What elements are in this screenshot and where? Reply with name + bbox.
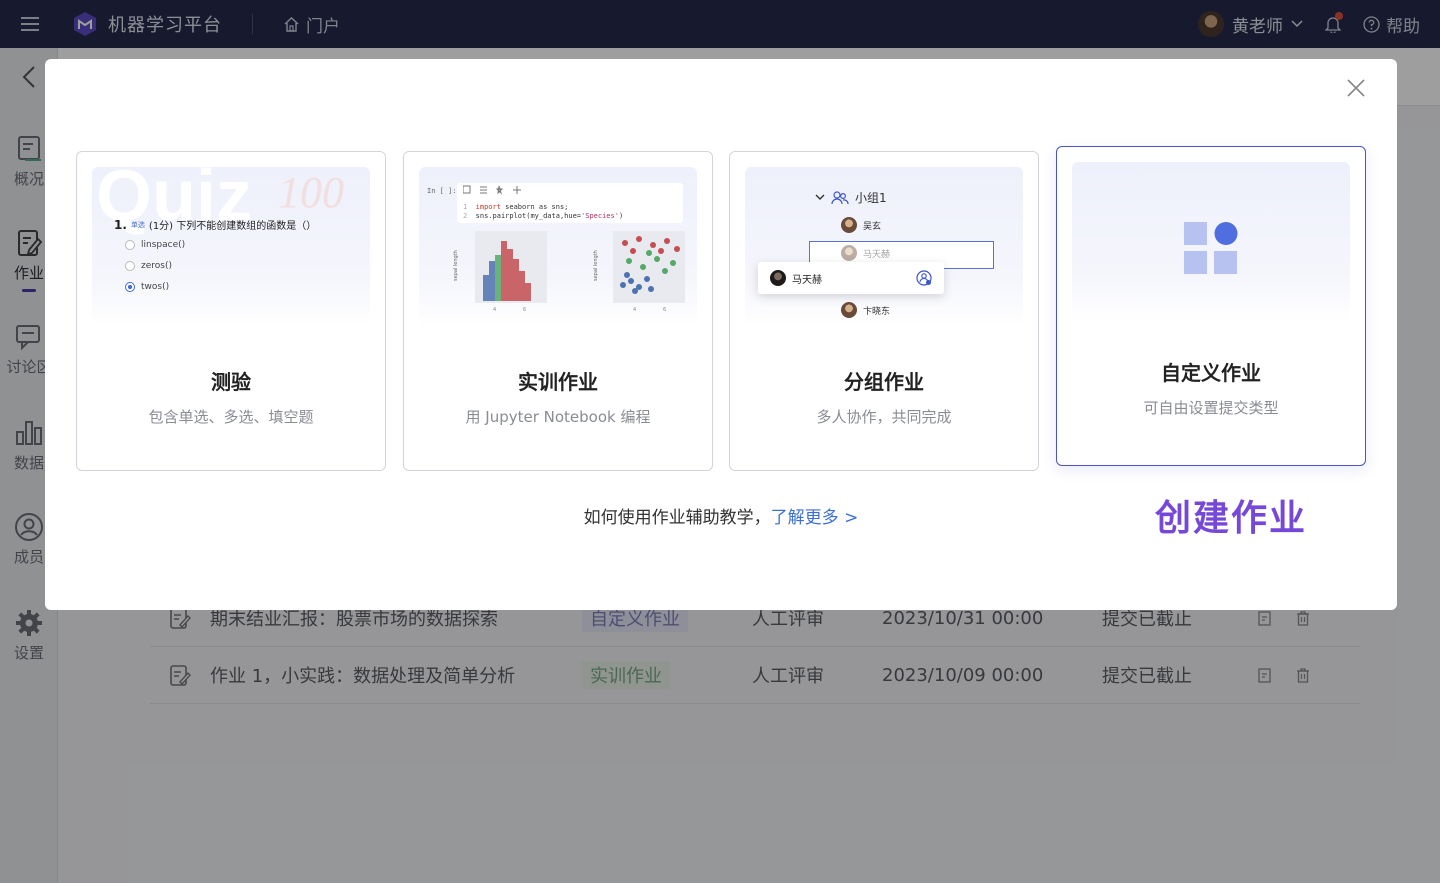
radio-icon	[125, 261, 135, 271]
avatar	[770, 270, 786, 286]
card-custom[interactable]: 自定义作业 可自由设置提交类型	[1056, 146, 1366, 466]
dragging-member-name: 马天赫	[792, 274, 822, 286]
create-assignment-modal: Quiz 100 1. 单选 (1分) 下列不能创建数组的函数是（） linsp…	[45, 59, 1397, 610]
group-member: 马天赫	[841, 245, 890, 261]
group-header: 小组1	[815, 189, 887, 206]
svg-text:6: 6	[523, 307, 526, 313]
blocks-icon	[1184, 222, 1238, 274]
add-user-icon	[916, 270, 932, 286]
group-member: 吴玄	[841, 217, 881, 233]
card-title: 测验	[211, 370, 251, 394]
card-subtitle: 多人协作，共同完成	[816, 408, 952, 426]
group-users-icon	[831, 190, 849, 204]
quiz-question: 1. 单选 (1分) 下列不能创建数组的函数是（）	[114, 217, 317, 233]
avatar	[841, 245, 857, 261]
quiz-option: linspace()	[125, 240, 185, 250]
avatar	[841, 217, 857, 233]
svg-text:4: 4	[633, 307, 636, 313]
close-icon[interactable]	[1345, 77, 1367, 99]
svg-text:6: 6	[663, 307, 666, 313]
card-title: 自定义作业	[1161, 361, 1261, 385]
toolbar-icons	[463, 185, 521, 195]
pairplot-chart: sepal length sepal length 4 6 4 6	[453, 231, 685, 313]
avatar	[841, 302, 857, 318]
card-title: 分组作业	[844, 370, 924, 394]
cell-in-label: In [ ]:	[427, 187, 457, 195]
code-line: 2 sns.pairplot(my_data,hue='Species')	[463, 212, 624, 220]
quiz-option: zeros()	[125, 261, 172, 271]
question-text: (1分) 下列不能创建数组的函数是（）	[148, 221, 317, 232]
card-quiz[interactable]: Quiz 100 1. 单选 (1分) 下列不能创建数组的函数是（） linsp…	[76, 151, 386, 471]
card-title: 实训作业	[518, 370, 598, 394]
custom-preview	[1072, 162, 1350, 322]
svg-text:sepal length: sepal length	[593, 250, 599, 281]
radio-icon	[125, 240, 135, 250]
quiz-score-watermark: 100	[278, 168, 344, 217]
card-subtitle: 可自由设置提交类型	[1143, 399, 1279, 417]
card-group[interactable]: 小组1 吴玄 马天赫 马天赫 卞晓东 分组作业 多人协作，共同完成	[729, 151, 1039, 471]
learn-more-link[interactable]: 了解更多 >	[771, 508, 859, 528]
dragging-member-card: 马天赫	[758, 262, 944, 294]
create-assignment-label: 创建作业	[1155, 498, 1308, 539]
card-subtitle: 包含单选、多选、填空题	[148, 408, 314, 426]
assignment-type-cards: Quiz 100 1. 单选 (1分) 下列不能创建数组的函数是（） linsp…	[76, 146, 1366, 471]
radio-checked-icon	[125, 282, 135, 292]
quiz-option: twos()	[125, 282, 169, 292]
hint-text: 如何使用作业辅助教学，	[583, 508, 771, 528]
card-subtitle: 用 Jupyter Notebook 编程	[465, 408, 651, 426]
group-preview: 小组1 吴玄 马天赫 马天赫 卞晓东	[745, 167, 1023, 327]
svg-text:4: 4	[493, 307, 496, 313]
chevron-down-icon	[815, 194, 825, 200]
group-member: 卞晓东	[841, 302, 890, 318]
code-line: 1 import seaborn as sns;	[463, 203, 569, 211]
card-jupyter[interactable]: In [ ]: 1 import seaborn as sns; 2 sns.p…	[403, 151, 713, 471]
question-number: 1.	[114, 217, 127, 232]
svg-text:sepal length: sepal length	[453, 250, 459, 281]
quiz-preview: Quiz 100 1. 单选 (1分) 下列不能创建数组的函数是（） linsp…	[92, 167, 370, 327]
question-tag: 单选	[130, 220, 145, 229]
group-name: 小组1	[855, 191, 887, 205]
jupyter-preview: In [ ]: 1 import seaborn as sns; 2 sns.p…	[419, 167, 697, 327]
